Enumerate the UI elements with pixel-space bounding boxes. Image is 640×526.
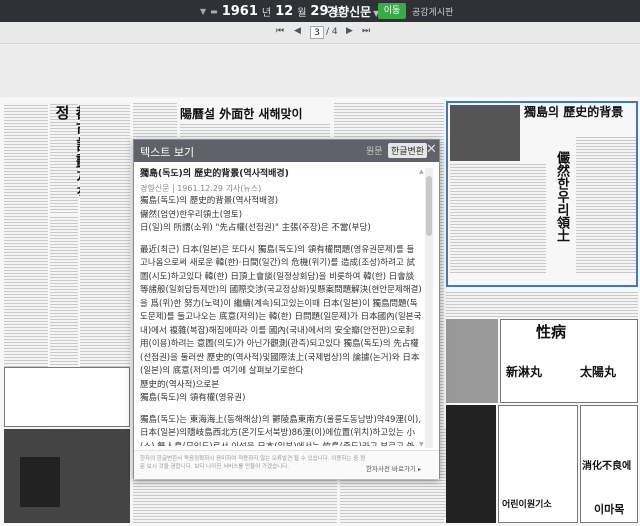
dialog-footer: 한자의 한글변환서 독음정확하시 음미하여 적용하지 않는 오류발견 될 수 있… [134, 450, 439, 479]
para-body: 獨島(독도)는 東海海上(동해해상)의 鬱陵島東南方(울릉도동남방)약49浬(이… [140, 414, 422, 447]
current-page-input[interactable]: 3 [310, 26, 324, 39]
date-selector: ▼ ▬ 1961 년 12 월 29 일 [200, 2, 342, 20]
ad-box [500, 319, 638, 403]
selected-article-highlight[interactable] [446, 101, 638, 287]
para-body: 最近(최근) 日本(일본)은 또다시 獨島(독도)의 領有權問題(영유권문제)를… [140, 244, 422, 377]
tab-hangul-convert[interactable]: 한글변환 [388, 143, 428, 158]
text-column [340, 477, 440, 523]
ad-box [4, 367, 130, 427]
ad-image [446, 319, 498, 403]
next-page-icon[interactable]: ▶ [346, 26, 353, 36]
top-navigation-bar: ▼ ▬ 1961 년 12 월 29 일 경향신문 ▼ 이동 공감게시판 [0, 0, 640, 22]
page-total-value: 4 [331, 27, 338, 37]
day-value[interactable]: 29 [310, 4, 328, 19]
dialog-title: 텍스트 보기 [140, 146, 195, 159]
last-page-icon[interactable]: ⏭ [362, 26, 370, 36]
ad-title-wongiso: 어린이원기소 [502, 500, 552, 510]
headline-new-year: 陽曆설 外面한 새해맞이 [180, 107, 303, 121]
page-total: / 4 [326, 27, 338, 37]
conversion-notice: 한자의 한글변환서 독음정확하시 음미하여 적용하지 않는 오류발견 될 수 있… [140, 456, 366, 470]
dict-label: 한자사전 바로가기 [366, 465, 416, 473]
text-column [180, 123, 330, 137]
prev-page-icon[interactable]: ◀ [294, 26, 301, 36]
month-unit: 월 [297, 7, 307, 19]
board-link[interactable]: 공감게시판 [412, 5, 453, 18]
close-icon[interactable]: ✕ [426, 142, 437, 157]
para-line: 獨島(독도)의 歷史的背景(역사적배경) [140, 196, 279, 206]
scrollbar-thumb[interactable] [426, 176, 432, 236]
chevron-down-icon[interactable]: ▼ [200, 7, 206, 16]
ad-title-venereal: 性病 [536, 323, 567, 341]
para-line: 獨島(독도)의 領有權(영유권) [140, 393, 246, 403]
text-column [446, 291, 638, 317]
page-navigator: ⏮ ◀ 3 / 4 ▶ ⏭ [0, 22, 640, 44]
para-line: 儼然(엄연)한우리領土(영토) [140, 209, 243, 220]
scroll-up-icon[interactable]: ▲ [419, 168, 424, 175]
text-view-dialog: 텍스트 보기 원문 한글변환 ✕ 獨島(독도)의 歷史的背景(역사적배경) 경향… [133, 139, 440, 479]
tab-original[interactable]: 원문 [366, 144, 383, 157]
movie-ad-figure [20, 457, 60, 507]
scroll-down-icon[interactable]: ▼ [419, 441, 424, 448]
month-value[interactable]: 12 [275, 4, 293, 19]
first-page-icon[interactable]: ⏮ [276, 26, 284, 36]
page-separator: / [326, 27, 330, 37]
ad-title-sinimhwan: 新淋丸 [506, 365, 543, 379]
year-value[interactable]: 1961 [222, 4, 258, 19]
ad-title-imamok: 이마목 [594, 503, 625, 516]
article-text: 獨島(독도)의 歷史的背景(역사적배경) 경향신문 | 1961.12.29 기… [140, 168, 422, 446]
article-meta: 경향신문 | 1961.12.29 기사(뉴스) [140, 183, 262, 193]
article-title: 獨島(독도)의 歷史的背景(역사적배경) [140, 169, 289, 179]
text-column [334, 103, 444, 143]
chevron-right-icon: ▸ [417, 466, 421, 473]
ad-title-taeyanghwan: 太陽丸 [580, 365, 617, 379]
text-column [440, 427, 446, 517]
dialog-header: 텍스트 보기 원문 한글변환 ✕ [134, 140, 439, 162]
go-button[interactable]: 이동 [378, 3, 406, 19]
text-column [133, 477, 337, 523]
ad-title-digestion: 消化不良에 [582, 461, 632, 472]
newspaper-select[interactable]: 경향신문 ▼ [327, 3, 379, 20]
hanja-dictionary-link[interactable]: 한자사전 바로가기 ▸ [366, 463, 421, 473]
para-line: 日(일)의 所謂(소위) "先占權(선점권)" 主張(주장)은 不當(부당) [140, 223, 371, 233]
calendar-icon[interactable]: ▬ [210, 7, 218, 16]
text-column [133, 103, 177, 143]
viewer-margin [0, 45, 640, 97]
newspaper-name: 경향신문 [327, 5, 372, 19]
para-line: 歷史的(역사적)으로본 [140, 379, 220, 390]
ad-photo [446, 405, 496, 523]
year-unit: 년 [261, 7, 272, 19]
